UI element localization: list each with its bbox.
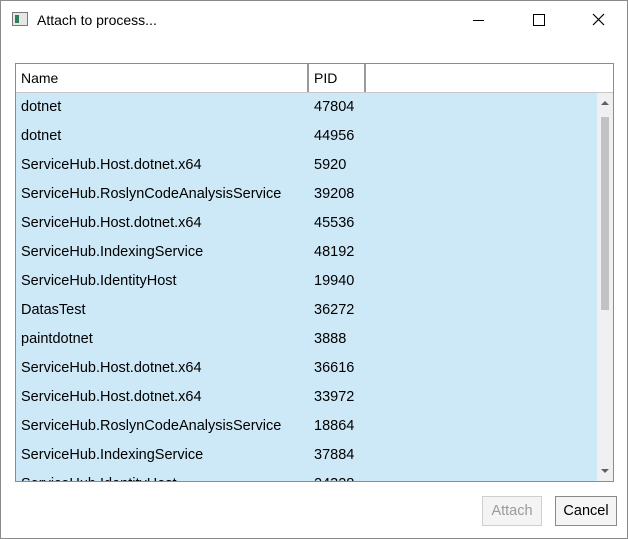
chevron-up-icon[interactable] — [597, 95, 613, 111]
list-item[interactable]: dotnet 44956 — [16, 122, 597, 151]
process-name: ServiceHub.IdentityHost — [21, 470, 177, 481]
process-pid: 3888 — [314, 331, 347, 347]
process-name: ServiceHub.IdentityHost — [21, 273, 177, 289]
window-title: Attach to process... — [37, 12, 157, 28]
process-name: DatasTest — [21, 302, 86, 318]
attach-to-process-dialog: Attach to process... Name PID dotnet 4780… — [0, 0, 628, 539]
process-pid: 19940 — [314, 273, 355, 289]
list-item[interactable]: dotnet 47804 — [16, 93, 597, 122]
process-pid: 36272 — [314, 302, 355, 318]
process-pid: 24328 — [314, 470, 354, 481]
process-name: ServiceHub.IndexingService — [21, 447, 204, 463]
process-pid: 47804 — [314, 99, 355, 115]
list-item[interactable]: ServiceHub.IndexingService 37884 — [16, 441, 597, 470]
process-pid: 5920 — [314, 157, 347, 173]
process-name: dotnet — [21, 128, 62, 144]
process-name: dotnet — [21, 99, 62, 115]
list-item[interactable]: ServiceHub.IdentityHost 19940 — [16, 267, 597, 296]
list-item[interactable]: ServiceHub.RoslynCodeAnalysisService 3920… — [16, 180, 597, 209]
column-header-pid[interactable]: PID — [309, 64, 366, 92]
list-item[interactable]: paintdotnet 3888 — [16, 325, 597, 354]
process-name: ServiceHub.Host.dotnet.x64 — [21, 157, 202, 173]
title-bar[interactable]: Attach to process... — [1, 1, 627, 39]
list-item[interactable]: ServiceHub.Host.dotnet.x64 33972 — [16, 383, 597, 412]
column-header-name[interactable]: Name — [16, 64, 309, 92]
close-icon — [592, 13, 605, 26]
process-name: ServiceHub.RoslynCodeAnalysisService — [21, 186, 282, 202]
cancel-button[interactable]: Cancel — [555, 496, 617, 526]
process-name: ServiceHub.IndexingService — [21, 244, 204, 260]
list-item[interactable]: ServiceHub.IndexingService 48192 — [16, 238, 597, 267]
list-item[interactable]: ServiceHub.Host.dotnet.x64 45536 — [16, 209, 597, 238]
process-pid: 18864 — [314, 418, 355, 434]
scrollbar-thumb[interactable] — [601, 117, 609, 310]
vertical-scrollbar[interactable] — [597, 93, 613, 481]
maximize-icon — [533, 14, 545, 26]
process-pid: 33972 — [314, 389, 355, 405]
minimize-button[interactable] — [449, 1, 509, 39]
column-header-filler — [366, 64, 613, 92]
process-pid: 44956 — [314, 128, 355, 144]
list-item[interactable]: ServiceHub.Host.dotnet.x64 36616 — [16, 354, 597, 383]
maximize-button[interactable] — [509, 1, 569, 39]
chevron-down-icon[interactable] — [597, 463, 613, 479]
process-pid: 37884 — [314, 447, 355, 463]
list-header: Name PID — [16, 64, 613, 93]
process-pid: 36616 — [314, 360, 355, 376]
attach-button[interactable]: Attach — [482, 496, 542, 526]
process-pid: 45536 — [314, 215, 355, 231]
process-name: paintdotnet — [21, 331, 93, 347]
window-app-icon — [12, 12, 28, 26]
process-name: ServiceHub.Host.dotnet.x64 — [21, 215, 202, 231]
close-button[interactable] — [569, 1, 628, 39]
list-item[interactable]: ServiceHub.IdentityHost 24328 — [16, 470, 597, 481]
process-name: ServiceHub.Host.dotnet.x64 — [21, 389, 202, 405]
minimize-icon — [473, 20, 484, 21]
process-name: ServiceHub.RoslynCodeAnalysisService — [21, 418, 282, 434]
process-name: ServiceHub.Host.dotnet.x64 — [21, 360, 202, 376]
process-pid: 48192 — [314, 244, 355, 260]
process-list[interactable]: Name PID dotnet 47804 dotnet 44956 ServiceHu… — [15, 63, 614, 482]
process-pid: 39208 — [314, 186, 355, 202]
list-item[interactable]: DatasTest 36272 — [16, 296, 597, 325]
list-item[interactable]: ServiceHub.RoslynCodeAnalysisService 1886… — [16, 412, 597, 441]
list-rows: dotnet 47804 dotnet 44956 ServiceHub.Host.do… — [16, 93, 597, 481]
list-item[interactable]: ServiceHub.Host.dotnet.x64 5920 — [16, 151, 597, 180]
